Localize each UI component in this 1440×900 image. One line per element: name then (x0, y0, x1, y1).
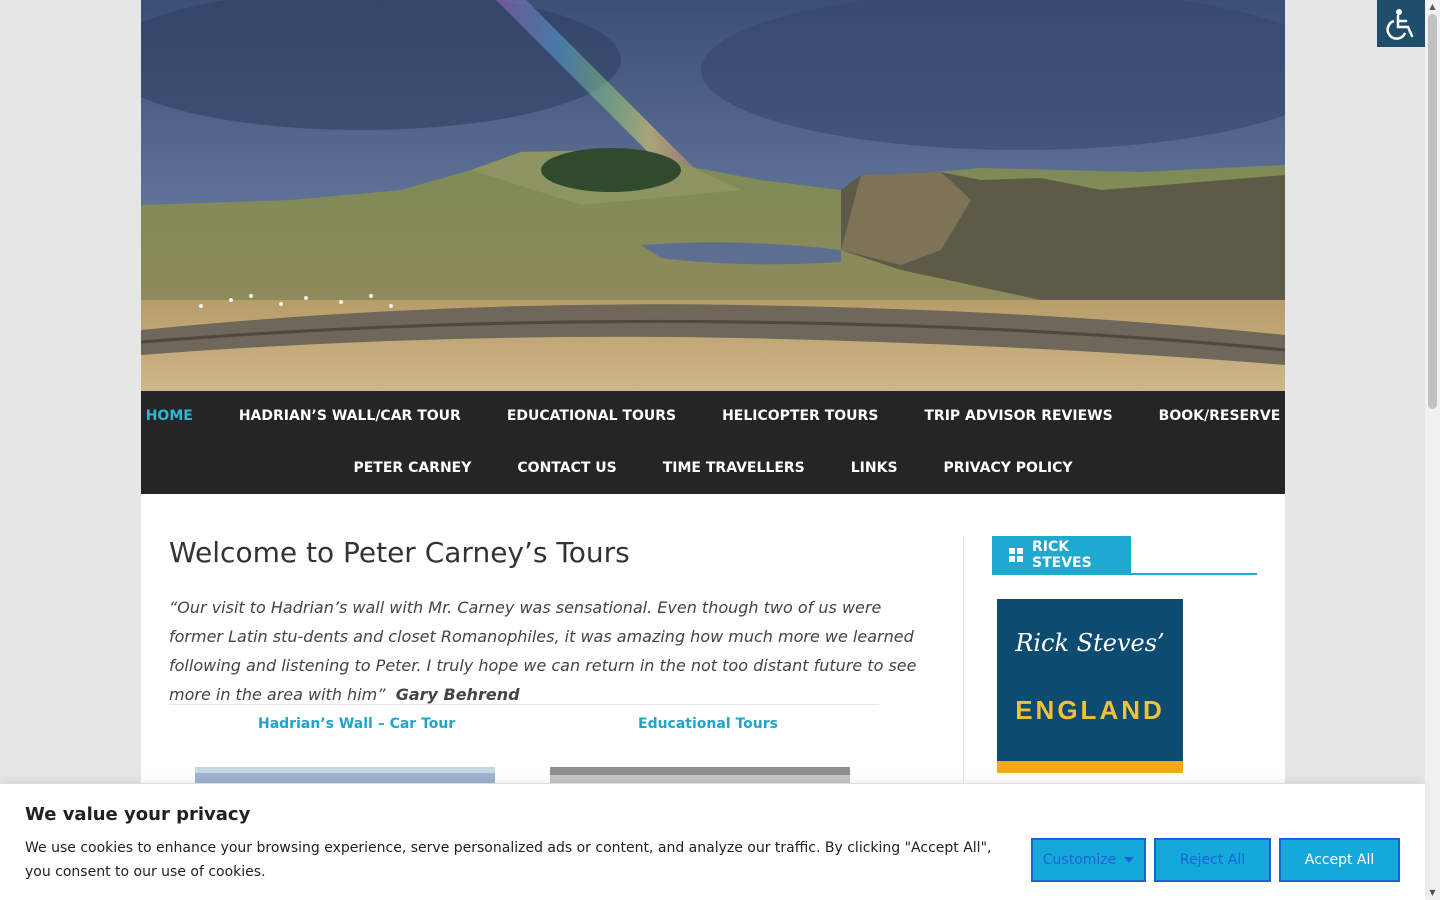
nav-item-privacy-policy[interactable]: PRIVACY POLICY (921, 443, 1096, 494)
accept-all-button[interactable]: Accept All (1279, 838, 1400, 882)
book-stripe (997, 761, 1183, 773)
accessibility-button[interactable] (1377, 0, 1425, 47)
caret-down-icon (1124, 857, 1135, 863)
nav-item-educational-tours[interactable]: EDUCATIONAL TOURS (484, 391, 699, 443)
page-title: Welcome to Peter Carney’s Tours (169, 536, 630, 569)
car-tour-link[interactable]: Hadrian’s Wall – Car Tour (258, 716, 455, 732)
wheelchair-icon (1386, 8, 1414, 40)
nav-item-trip-advisor-reviews[interactable]: TRIP ADVISOR REVIEWS (901, 391, 1135, 443)
nav-item-links[interactable]: LINKS (828, 443, 921, 494)
reject-all-button[interactable]: Reject All (1154, 838, 1271, 882)
scroll-down-icon[interactable]: ▼ (1425, 886, 1440, 900)
testimonial-quote: “Our visit to Hadrian’s wall with Mr. Ca… (169, 593, 934, 709)
nav-row-2: PETER CARNEY CONTACT US TIME TRAVELLERS … (141, 443, 1285, 494)
page-container: HOME HADRIAN’S WALL/CAR TOUR EDUCATIONAL… (141, 0, 1285, 900)
nav-item-hadrians-wall-car-tour[interactable]: HADRIAN’S WALL/CAR TOUR (216, 391, 484, 443)
scroll-up-icon[interactable]: ▲ (1425, 0, 1440, 14)
customize-label: Customize (1042, 852, 1117, 868)
nav-row-1: HOME HADRIAN’S WALL/CAR TOUR EDUCATIONAL… (141, 391, 1285, 443)
quote-author: Gary Behrend (395, 685, 520, 704)
nav-item-helicopter-tours[interactable]: HELICOPTER TOURS (699, 391, 901, 443)
content-divider (169, 704, 879, 705)
rick-steves-england-book[interactable]: Rick Steves’ ENGLAND (997, 599, 1183, 773)
scrollbar[interactable]: ▲ ▼ (1425, 0, 1440, 900)
sidebar-divider (963, 536, 964, 796)
grid-icon (1009, 547, 1023, 562)
cookie-consent-banner: We value your privacy We use cookies to … (0, 783, 1425, 900)
nav-item-contact-us[interactable]: CONTACT US (494, 443, 639, 494)
widget-title: RICK STEVES (1032, 538, 1092, 571)
nav-item-book-reserve[interactable]: BOOK/RESERVE (1136, 391, 1304, 443)
widget-title-tab: RICK STEVES (992, 536, 1131, 573)
book-brand: Rick Steves’ (1015, 629, 1165, 657)
cookie-text: We use cookies to enhance your browsing … (25, 840, 992, 880)
scrollbar-thumb[interactable] (1428, 14, 1437, 409)
main-navigation: HOME HADRIAN’S WALL/CAR TOUR EDUCATIONAL… (141, 391, 1285, 494)
nav-item-home[interactable]: HOME (123, 391, 216, 443)
educational-tours-link[interactable]: Educational Tours (638, 716, 778, 732)
cookie-title: We value your privacy (25, 804, 251, 825)
nav-item-time-travellers[interactable]: TIME TRAVELLERS (640, 443, 828, 494)
customize-button[interactable]: Customize (1031, 838, 1146, 882)
quote-text: “Our visit to Hadrian’s wall with Mr. Ca… (169, 598, 917, 704)
nav-item-peter-carney[interactable]: PETER CARNEY (330, 443, 494, 494)
sidebar-widget-header: RICK STEVES (992, 536, 1257, 575)
book-title: ENGLAND (1015, 695, 1165, 725)
header-image (141, 0, 1285, 391)
